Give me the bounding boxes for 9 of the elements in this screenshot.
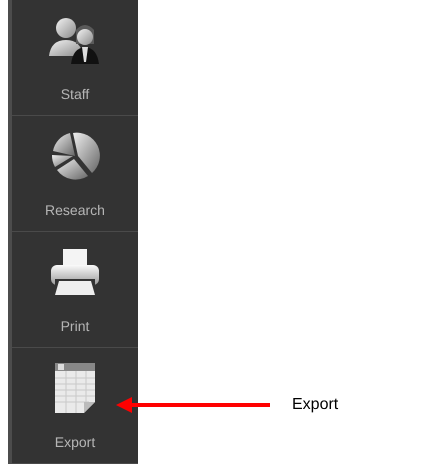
- sidebar-item[interactable]: Research: [12, 116, 138, 232]
- sidebar-item[interactable]: Export: [12, 348, 138, 464]
- sidebar-item[interactable]: Print: [12, 232, 138, 348]
- callout-label: Export: [292, 396, 338, 414]
- people-icon: [49, 16, 101, 64]
- pie-chart-icon: [50, 131, 100, 181]
- spreadsheet-icon: [54, 362, 96, 414]
- sidebar-item[interactable]: Staff: [12, 0, 138, 116]
- printer-icon: [49, 247, 101, 297]
